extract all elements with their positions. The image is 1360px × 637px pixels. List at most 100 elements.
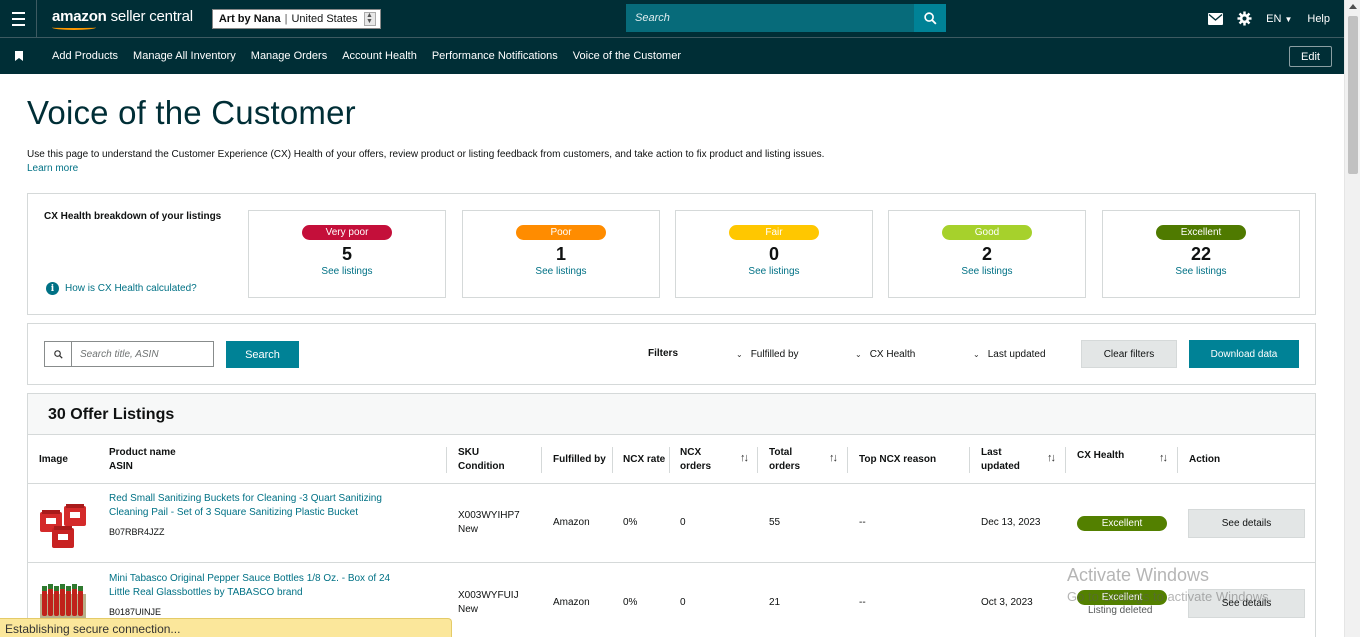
product-name-link[interactable]: Mini Tabasco Original Pepper Sauce Bottl… [109,572,409,600]
see-listings-link[interactable]: See listings [889,266,1085,277]
product-condition: New [458,604,479,615]
nav-voice-of-customer[interactable]: Voice of the Customer [573,50,681,62]
bookmark-icon[interactable] [0,51,37,61]
sort-icon[interactable]: ↑↓ [1159,452,1168,464]
nav-account-health[interactable]: Account Health [342,50,417,62]
sort-icon[interactable]: ↑↓ [1047,452,1056,464]
search-icon [45,342,72,366]
global-search: Search [626,4,946,32]
download-data-button[interactable]: Download data [1189,340,1299,368]
search-icon [923,11,937,25]
product-name-link[interactable]: Red Small Sanitizing Buckets for Cleanin… [109,492,409,520]
filter-panel: Search title, ASIN Search Filters ⌄ Fulf… [27,323,1316,385]
global-search-button[interactable] [914,4,946,32]
top-header: amazon seller central Art by Nana | Unit… [0,0,1344,37]
nav-add-products[interactable]: Add Products [52,50,118,62]
info-icon: i [46,282,59,295]
activate-windows-watermark: Activate Windows [1067,565,1210,585]
store-selector[interactable]: Art by Nana | United States ▲ ▼ [211,8,381,29]
last-updated-dropdown[interactable]: ⌄ Last updated [973,349,1046,360]
page-scrollbar[interactable] [1344,0,1360,637]
health-count: 1 [555,244,566,264]
cx-health-dropdown[interactable]: ⌄ CX Health [855,349,915,360]
col-condition-label: Condition [458,461,505,472]
col-sku: SKU Condition [458,446,505,474]
gear-icon[interactable] [1237,11,1252,26]
health-count: 5 [341,244,352,264]
global-search-input[interactable]: Search [626,4,914,32]
product-sku: X003WYFUIJ [458,590,519,601]
health-pill: Poor [516,225,606,240]
help-link[interactable]: Help [1307,13,1330,25]
nav-performance-notifications[interactable]: Performance Notifications [432,50,558,62]
col-last-updated-label-2: updated [981,461,1020,472]
col-ncx-orders[interactable]: NCX orders [680,446,711,474]
cx-how-text: How is CX Health calculated? [65,283,197,294]
product-sku: X003WYIHP7 [458,510,520,521]
bookmark-nav: Add Products Manage All Inventory Manage… [0,37,1344,74]
chevron-down-icon: ⌄ [973,350,980,359]
col-product-name-label: Product name [109,447,176,458]
listing-search-button[interactable]: Search [226,341,299,368]
see-listings-link[interactable]: See listings [1103,266,1299,277]
health-pill: Good [942,225,1032,240]
col-ncx-rate: NCX rate [623,454,666,465]
cx-health-badge: Excellent [1077,516,1167,531]
fulfilled-by-label: Fulfilled by [750,349,799,360]
col-product-name: Product name ASIN [109,446,176,474]
see-listings-link[interactable]: See listings [249,266,445,277]
see-listings-link[interactable]: See listings [463,266,659,277]
activate-windows-subtext: Go to Settings to activate Windows. [1067,589,1273,604]
col-cx-health[interactable]: CX Health [1077,449,1124,463]
nav-manage-inventory[interactable]: Manage All Inventory [133,50,236,62]
logo-amazon: amazon [52,8,107,25]
col-last-updated-label-1: Last [981,447,1002,458]
cx-card-very-poor: Very poor 5 See listings [248,210,446,298]
listing-search-input[interactable]: Search title, ASIN [72,342,167,366]
listing-search-box[interactable]: Search title, ASIN [44,341,214,367]
chevron-down-icon: ⌄ [736,350,743,359]
listings-title: 30 Offer Listings [28,394,1315,435]
seller-central-logo[interactable]: amazon seller central [52,8,193,30]
col-asin-label: ASIN [109,461,133,472]
col-total-orders-label-2: orders [769,461,801,472]
table-row: Red Small Sanitizing Buckets for Cleanin… [28,484,1315,563]
health-count: 2 [981,244,992,264]
edit-nav-button[interactable]: Edit [1289,46,1332,67]
col-ncx-orders-label-2: orders [680,461,712,472]
chevron-down-icon: ▼ [1284,14,1293,24]
col-action: Action [1189,454,1221,465]
listing-deleted-note: Listing deleted [1088,605,1153,616]
top-ncx-reason-value: -- [859,597,866,608]
clear-filters-button[interactable]: Clear filters [1081,340,1177,368]
product-image [38,498,88,550]
filters-label: Filters [648,348,679,359]
logo-seller-central: seller central [106,8,193,25]
ncx-rate-value: 0% [623,517,638,528]
cx-card-good: Good 2 See listings [888,210,1086,298]
col-total-orders[interactable]: Total orders [769,446,800,474]
top-ncx-reason-value: -- [859,517,866,528]
fulfilled-by-dropdown[interactable]: ⌄ Fulfilled by [736,349,799,360]
sort-icon[interactable]: ↑↓ [740,452,749,464]
col-last-updated[interactable]: Last updated [981,446,1020,474]
sort-icon[interactable]: ↑↓ [829,452,838,464]
cx-how-calculated-link[interactable]: i How is CX Health calculated? [46,282,197,295]
nav-manage-orders[interactable]: Manage Orders [251,50,327,62]
see-listings-link[interactable]: See listings [676,266,872,277]
scroll-up-icon[interactable] [1349,4,1357,9]
learn-more-link[interactable]: Learn more [27,163,78,174]
product-condition: New [458,524,479,535]
health-pill: Very poor [302,225,392,240]
cx-card-excellent: Excellent 22 See listings [1102,210,1300,298]
ncx-rate-value: 0% [623,597,638,608]
scrollbar-thumb[interactable] [1348,16,1358,174]
see-details-button[interactable]: See details [1188,509,1305,538]
mail-icon[interactable] [1208,12,1224,25]
menu-icon[interactable] [0,0,37,37]
col-sku-label: SKU [458,447,480,458]
fulfilled-by-value: Amazon [553,517,590,528]
language-selector[interactable]: EN ▼ [1266,13,1292,25]
product-asin: B07RBR4JZZ [109,527,165,537]
col-image: Image [39,454,68,465]
